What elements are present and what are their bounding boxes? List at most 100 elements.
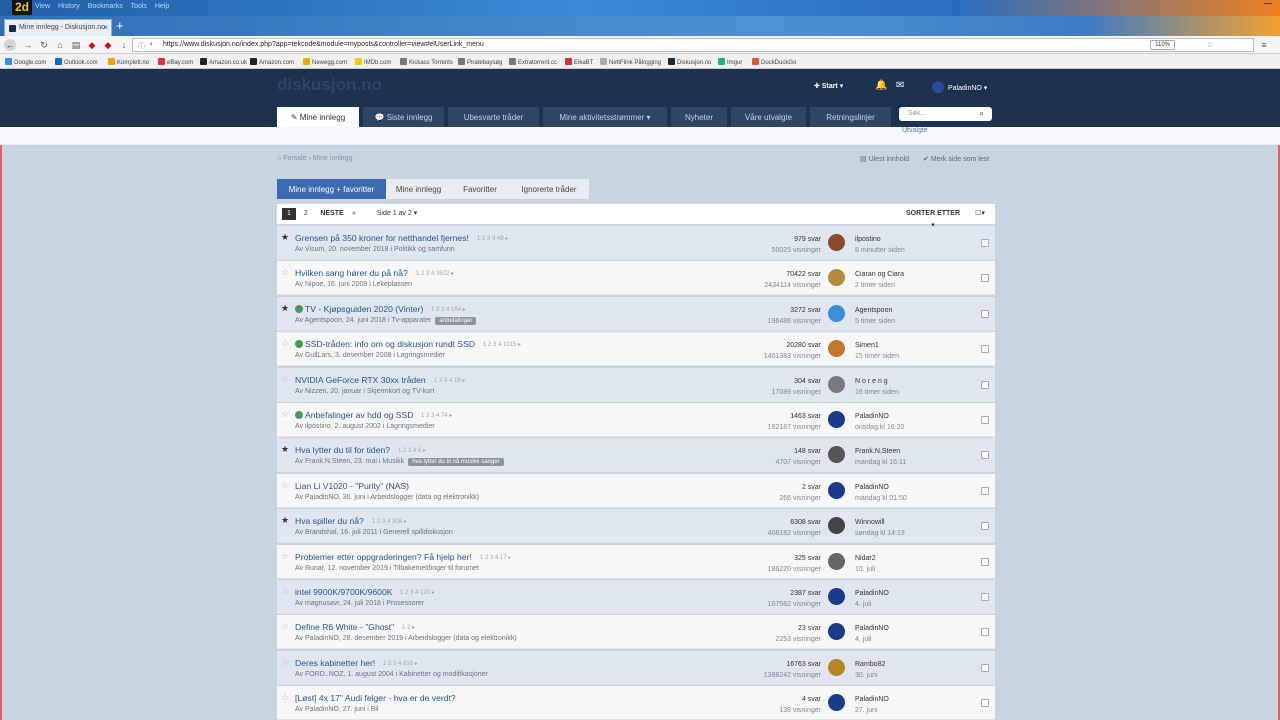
nav-tab-mine-innlegg[interactable]: ✎ Mine innlegg xyxy=(277,107,359,127)
breadcrumb-home[interactable]: Forside xyxy=(283,155,306,162)
bookmark-star-icon[interactable]: ☆ xyxy=(1207,41,1213,49)
favorite-star-icon[interactable]: ☆ xyxy=(281,621,289,632)
menu-icon[interactable]: ≡ xyxy=(1258,39,1270,51)
topic-page-links[interactable]: 1 2 3 4 316 ▸ xyxy=(372,518,407,525)
zoom-level[interactable]: 110% xyxy=(1150,40,1175,50)
last-poster-name[interactable]: ilpostino xyxy=(855,234,905,245)
topic-select-checkbox[interactable] xyxy=(981,309,989,318)
favorite-star-icon[interactable]: ☆ xyxy=(281,267,289,278)
new-tab-icon[interactable]: + xyxy=(116,18,124,33)
last-poster-name[interactable]: PaladinNO xyxy=(855,482,907,493)
topic-page-links[interactable]: 1 2 3 4 1015 ▸ xyxy=(483,341,521,348)
nav-tab-ubesvarte[interactable]: Ubesvarte tråder xyxy=(448,107,539,127)
library-icon[interactable]: ▤ xyxy=(70,39,82,51)
topic-row[interactable]: ☆ NVIDIA GeForce RTX 30xx tråden 1 2 3 4 1… xyxy=(277,367,995,402)
topic-row[interactable]: ☆ Deres kabinetter her! 1 2 3 4 839 ▸ Av FO… xyxy=(277,650,995,685)
page-jump-dropdown[interactable]: Side 1 av 2 ▾ xyxy=(374,208,420,220)
menu-view[interactable]: View xyxy=(35,3,50,10)
topic-title-link[interactable]: Hvilken sang hører du på nå? xyxy=(295,268,408,278)
last-post-time[interactable]: onsdag kl 16:20 xyxy=(855,422,904,433)
last-poster-name[interactable]: Rambo82 xyxy=(855,659,885,670)
topic-row[interactable]: ★ Hva lytter du til for tiden? 1 2 3 4 8 ▸… xyxy=(277,438,995,473)
topic-page-links[interactable]: 1 2 ▸ xyxy=(402,624,415,631)
favorite-star-icon[interactable]: ☆ xyxy=(281,374,289,385)
topic-row[interactable]: ☆ intel 9900K/9700K/9600K 1 2 3 4 120 ▸ Av … xyxy=(277,580,995,614)
topic-row[interactable]: ☆ Hvilken sang hører du på nå? 1 2 3 4 352… xyxy=(277,261,995,296)
last-poster-name[interactable]: Ciaran og Ciara xyxy=(855,269,904,280)
favorite-star-icon[interactable]: ☆ xyxy=(281,657,289,668)
unread-content-link[interactable]: ▤ Ulest innhold xyxy=(860,155,909,163)
bookmark-item[interactable]: Komplett.no xyxy=(108,58,149,66)
last-poster-avatar[interactable] xyxy=(828,411,845,428)
last-post-time[interactable]: 15 timer siden xyxy=(855,351,899,362)
filter-tab-favoritter[interactable]: Favoritter xyxy=(451,179,509,199)
download-icon[interactable]: ↓ xyxy=(118,39,130,51)
messages-envelope-icon[interactable]: ✉ xyxy=(896,80,904,91)
notifications-bell-icon[interactable]: 🔔 xyxy=(875,80,887,91)
menu-help[interactable]: Help xyxy=(155,3,169,10)
bookmark-item[interactable]: Amazon.com xyxy=(250,58,294,66)
topic-tag[interactable]: anbefalinger xyxy=(435,316,477,325)
page-1-button[interactable]: 1 xyxy=(282,208,296,220)
user-menu[interactable]: PaladinNO ▾ xyxy=(932,81,987,93)
site-logo[interactable]: diskusjon.no xyxy=(277,75,382,95)
last-post-time[interactable]: 16 timer siden xyxy=(855,387,899,398)
last-post-time[interactable]: 10. juli xyxy=(855,564,876,575)
topic-page-links[interactable]: 1 2 3 4 839 ▸ xyxy=(383,660,418,667)
topic-title-link[interactable]: intel 9900K/9700K/9600K xyxy=(295,587,392,597)
favorite-star-icon[interactable]: ☆ xyxy=(281,480,289,491)
subnav-utvalgte[interactable]: Utvalgte xyxy=(902,127,928,134)
favorite-star-icon[interactable]: ☆ xyxy=(281,409,289,420)
topic-title-link[interactable]: Anbefalinger av hdd og SSD xyxy=(295,410,413,420)
topic-row[interactable]: ★ Hva spiller du nå? 1 2 3 4 316 ▸ Av Brand… xyxy=(277,509,995,544)
topic-row[interactable]: ☆ Problemer etter oppgraderingen? Få hjel… xyxy=(277,544,995,579)
reload-icon[interactable]: ↻ xyxy=(38,39,50,51)
bookmark-item[interactable]: Imgur xyxy=(718,58,742,66)
last-poster-name[interactable]: Agentspoon xyxy=(855,305,895,316)
last-poster-avatar[interactable] xyxy=(828,623,845,641)
last-poster-avatar[interactable] xyxy=(828,375,845,393)
last-page-button[interactable]: » xyxy=(349,208,359,220)
last-poster-name[interactable]: Nidar2 xyxy=(855,553,876,564)
topic-row[interactable]: ★ TV - Kjøpsguiden 2020 (Vinter) 1 2 3 4 1… xyxy=(277,296,995,331)
next-page-button[interactable]: NESTE xyxy=(319,208,345,220)
topic-select-checkbox[interactable] xyxy=(981,522,989,531)
topic-row[interactable]: ☆ Anbefalinger av hdd og SSD 1 2 3 4 74 ▸ A… xyxy=(277,403,995,437)
favorite-star-icon[interactable]: ★ xyxy=(281,303,289,314)
bookmark-item[interactable]: Diskusjon.no xyxy=(668,58,711,66)
last-poster-avatar[interactable] xyxy=(828,234,845,251)
back-icon[interactable]: ← xyxy=(4,39,16,51)
topic-select-checkbox[interactable] xyxy=(981,486,989,495)
search-icon[interactable]: ⌕ xyxy=(980,109,984,119)
last-post-time[interactable]: 30. juni xyxy=(855,670,885,681)
select-all-checkbox-icon[interactable]: ☐▾ xyxy=(973,208,987,220)
topic-title-link[interactable]: [Løst] 4x 17" Audi felger - hva er de ve… xyxy=(295,693,456,703)
last-post-time[interactable]: mandag kl 16:11 xyxy=(855,457,906,468)
last-poster-avatar[interactable] xyxy=(828,517,845,535)
menu-history[interactable]: History xyxy=(58,3,80,10)
bookmark-item[interactable]: Newegg.com xyxy=(303,58,347,66)
topic-title-link[interactable]: SSD-tråden: info om og diskusjon rundt S… xyxy=(295,339,475,349)
favorite-star-icon[interactable]: ☆ xyxy=(281,338,289,349)
mark-read-link[interactable]: ✔ Merk side som lest xyxy=(923,155,989,163)
bookmark-item[interactable]: DuckDuckGo xyxy=(752,58,796,66)
info-icon[interactable]: ⓘ xyxy=(138,41,145,51)
last-poster-name[interactable]: PaladinNO xyxy=(855,588,889,599)
topic-select-checkbox[interactable] xyxy=(981,239,989,247)
bookmark-item[interactable]: Google.com xyxy=(5,58,46,66)
last-poster-avatar[interactable] xyxy=(828,269,845,287)
topic-page-links[interactable]: 1 2 3 4 49 ▸ xyxy=(477,235,508,242)
last-poster-name[interactable]: Frank.N.Steen xyxy=(855,446,906,457)
topic-select-checkbox[interactable] xyxy=(981,274,989,283)
favorite-star-icon[interactable]: ★ xyxy=(281,515,289,526)
last-poster-name[interactable]: PaladinNO xyxy=(855,623,889,634)
topic-title-link[interactable]: Grensen på 350 kroner for netthandel fje… xyxy=(295,233,469,243)
last-poster-name[interactable]: Simen1 xyxy=(855,340,899,351)
topic-title-link[interactable]: NVIDIA GeForce RTX 30xx tråden xyxy=(295,375,426,385)
topic-title-link[interactable]: Hva lytter du til for tiden? xyxy=(295,445,390,455)
topic-title-link[interactable]: Problemer etter oppgraderingen? Få hjelp… xyxy=(295,552,472,562)
topic-tag[interactable]: hva lytter du til nå musikk sanger xyxy=(408,458,504,467)
nav-tab-aktivitet[interactable]: Mine aktivitetsstrømmer ▾ xyxy=(543,107,667,127)
topic-title-link[interactable]: Define R6 White - "Ghost" xyxy=(295,622,394,632)
topic-select-checkbox[interactable] xyxy=(981,451,989,460)
